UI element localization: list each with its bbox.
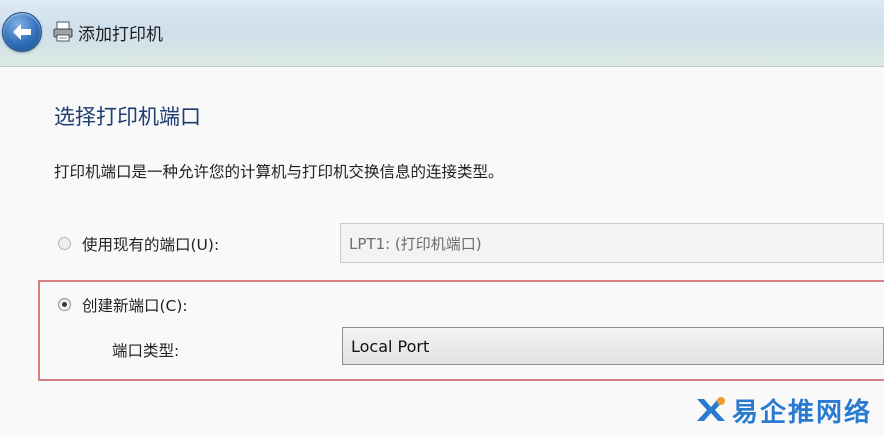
existing-port-dropdown[interactable]: LPT1: (打印机端口) [340,223,884,263]
back-button[interactable] [2,12,42,52]
watermark-logo-icon [697,397,725,421]
port-type-dropdown[interactable]: Local Port [342,327,884,365]
existing-port-label[interactable]: 使用现有的端口(U): [82,233,219,255]
window-title: 添加打印机 [78,25,163,45]
new-port-label[interactable]: 创建新端口(C): [82,294,188,316]
printer-icon [53,21,73,42]
title-bar: 添加打印机 [0,0,884,67]
wizard-content: 选择打印机端口 打印机端口是一种允许您的计算机与打印机交换信息的连接类型。 使用… [0,67,884,436]
back-arrow-icon [13,24,31,40]
watermark-text: 易企推网络 [732,397,873,428]
page-title: 选择打印机端口 [54,105,201,129]
port-type-label: 端口类型: [112,342,180,360]
watermark: 易企推网络 [694,392,872,428]
new-port-radio[interactable] [58,298,71,311]
page-description: 打印机端口是一种允许您的计算机与打印机交换信息的连接类型。 [54,163,504,181]
existing-port-radio[interactable] [58,237,71,250]
